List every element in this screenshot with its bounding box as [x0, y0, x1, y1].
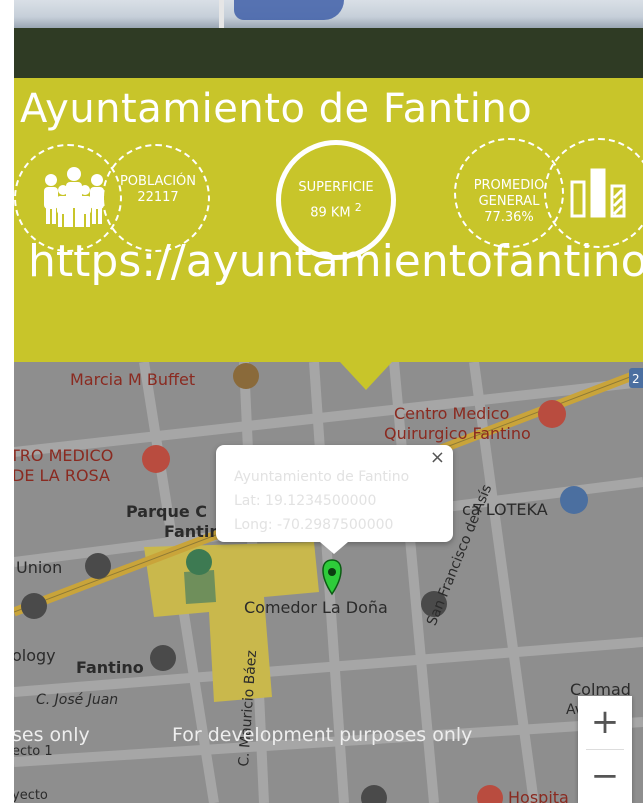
poi-comedor-la-dona[interactable]: Comedor La Doña — [244, 598, 388, 617]
info-window-long: Long: -70.2987500000 — [234, 517, 394, 533]
poblacion-value: 22117 — [137, 190, 179, 205]
superficie-value-text: 89 KM — [310, 205, 351, 221]
dev-watermark-left: ses only — [14, 724, 90, 746]
poi-medico-rosa-1[interactable]: TRO MEDICO — [14, 446, 113, 465]
poi-hospital[interactable]: Hospita — [508, 788, 569, 803]
info-banner: Ayuntamiento de Fantino POBLACIÓN 22117 … — [14, 78, 643, 362]
dev-watermark-center: For development purposes only — [172, 724, 473, 746]
people-icon — [44, 167, 104, 227]
poi-parque-2[interactable]: Fantin — [164, 522, 221, 541]
poi-ology[interactable]: ology — [14, 646, 56, 665]
road-badge-label: 2 — [632, 372, 640, 386]
bar-chart-icon — [570, 168, 626, 218]
banner-pointer — [340, 362, 392, 390]
flag-pole — [219, 0, 224, 28]
poi-medico-rosa-2[interactable]: DE LA ROSA — [14, 466, 110, 485]
page-title: Ayuntamiento de Fantino — [20, 86, 533, 132]
superficie-value: 89 KM 2 — [276, 200, 396, 220]
left-gutter — [0, 0, 14, 803]
zoom-in-button[interactable]: + — [578, 696, 632, 749]
header-photo — [14, 0, 643, 28]
street-jose-juan: C. José Juan — [36, 692, 119, 708]
poblacion-label: POBLACIÓN — [119, 174, 197, 189]
poi-parque-1[interactable]: Parque C — [126, 502, 207, 521]
navigation-bar — [14, 28, 643, 78]
promedio-value: 77.36% — [484, 210, 534, 225]
street-proyecto-1: ecto 1 — [14, 744, 53, 759]
close-icon[interactable]: × — [430, 447, 445, 468]
street-proyecto-2: yecto — [14, 788, 48, 803]
poi-marcia-buffet[interactable]: Marcia M Buffet — [70, 370, 195, 389]
flag-image — [234, 0, 344, 20]
promedio-label-1: PROMEDIO — [473, 178, 545, 193]
poi-centro-medico-1[interactable]: Centro Medico — [394, 404, 509, 423]
poi-union[interactable]: Union — [16, 558, 62, 577]
site-url[interactable]: https://ayuntamientofantino — [28, 236, 643, 287]
zoom-control: + − — [578, 696, 632, 803]
info-window: × Ayuntamiento de Fantino Lat: 19.123450… — [216, 445, 453, 554]
info-window-lat: Lat: 19.1234500000 — [234, 493, 377, 509]
info-window-title: Ayuntamiento de Fantino — [234, 469, 410, 485]
poi-centro-medico-2[interactable]: Quirurgico Fantino — [384, 424, 531, 443]
poi-fantino[interactable]: Fantino — [76, 658, 144, 677]
superficie-value-exponent: 2 — [354, 201, 362, 214]
promedio-label-2: GENERAL — [478, 194, 540, 209]
park-green — [184, 570, 216, 604]
zoom-out-button[interactable]: − — [578, 750, 632, 803]
map-view[interactable]: 2 Marcia M Buffet Centro Medico Quirurgi… — [14, 362, 643, 803]
superficie-label: SUPERFICIE — [298, 180, 374, 195]
